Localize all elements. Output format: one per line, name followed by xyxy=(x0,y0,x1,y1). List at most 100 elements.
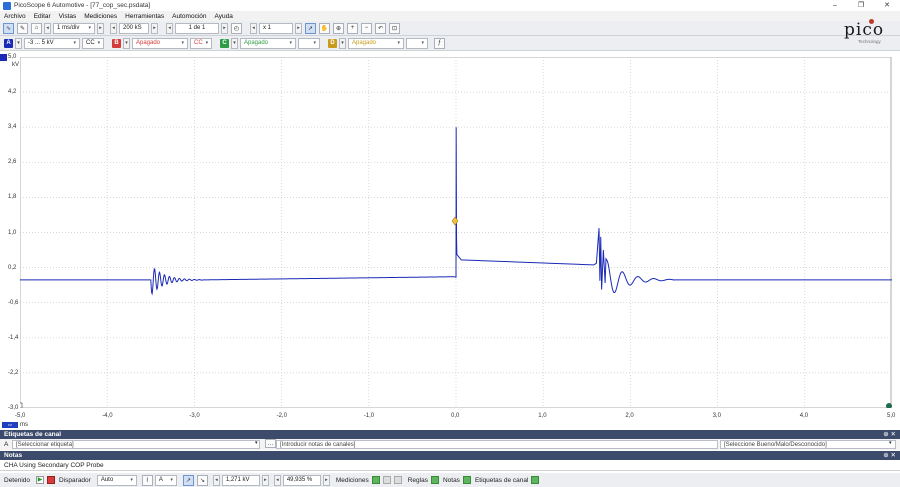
samples-select[interactable]: 200 kS xyxy=(119,22,149,34)
waveform-plot[interactable] xyxy=(20,57,892,408)
channel-a-badge[interactable]: A xyxy=(4,38,13,48)
menu-vistas[interactable]: Vistas xyxy=(59,13,77,20)
rulers-toggle-icon[interactable] xyxy=(430,476,439,484)
add-measurement-icon[interactable] xyxy=(371,476,380,484)
edit-label-button[interactable]: … xyxy=(265,439,276,448)
timebase-select[interactable]: 1 ms/div ▾ xyxy=(53,22,95,34)
label-select[interactable]: [Seleccionar etiqueta] xyxy=(12,440,260,449)
maximize-button[interactable]: ❐ xyxy=(848,0,874,11)
timebase-decrease-icon[interactable]: ◂ xyxy=(44,22,51,34)
stop-watch-icon[interactable]: ◴ xyxy=(231,22,242,34)
channel-d-settings-icon[interactable]: ▾ xyxy=(339,37,346,49)
delete-measurement-icon[interactable] xyxy=(393,476,402,484)
panel-pin-close-icon[interactable]: ⊕ ✕ xyxy=(883,430,896,439)
y-tick-label: 1,0 xyxy=(8,229,17,236)
rising-edge-icon[interactable]: ↗ xyxy=(182,474,194,486)
zoom-in-icon[interactable]: + xyxy=(347,22,358,34)
buffer-prev-icon[interactable]: ◂ xyxy=(166,22,173,34)
pointer-tool-icon[interactable]: ➚ xyxy=(305,22,316,34)
channel-d-badge[interactable]: D xyxy=(328,38,337,48)
channel-a-range-select[interactable]: -3 ... 5 kV ▾ xyxy=(24,37,80,49)
samples-increase-icon[interactable]: ▸ xyxy=(151,22,158,34)
panel-pin-close-icon[interactable]: ⊕ ✕ xyxy=(883,451,896,460)
x-tick-label: -4,0 xyxy=(102,413,113,419)
notes-label: Notas xyxy=(442,476,460,484)
channel-c-settings-icon[interactable]: ▾ xyxy=(231,37,238,49)
channel-c-range-select[interactable]: Apagado ▾ xyxy=(240,37,296,49)
pretrigger: 49,935 % xyxy=(286,477,313,483)
pretrigger-decrease-icon[interactable]: ◂ xyxy=(273,474,281,486)
chevron-down-icon: ▾ xyxy=(130,477,133,483)
channel-a-axis-marker[interactable] xyxy=(0,54,7,61)
zoom-select[interactable]: x 1 xyxy=(259,22,293,34)
zoom-increase-icon[interactable]: ▸ xyxy=(295,22,302,34)
menu-archivo[interactable]: Archivo xyxy=(4,13,26,20)
channel-labels-toggle-icon[interactable] xyxy=(531,476,540,484)
timebase-increase-icon[interactable]: ▸ xyxy=(97,22,104,34)
trigger-level-increase-icon[interactable]: ▸ xyxy=(261,474,269,486)
window-title: PicoScope 6 Automotive - [77_cop_sec.psd… xyxy=(14,2,151,9)
channel-d-coupling-select[interactable]: ▾ xyxy=(406,37,428,49)
trigger-mode-select[interactable]: Auto ▾ xyxy=(96,474,137,486)
zoom-out-icon[interactable]: − xyxy=(361,22,372,34)
quality-select-value: [Seleccione Bueno/Malo/Desconocido] xyxy=(724,442,827,448)
minimize-button[interactable]: – xyxy=(822,0,848,11)
chevron-down-icon: ▾ xyxy=(313,40,316,46)
menu-automocion[interactable]: Automoción xyxy=(172,13,206,20)
samples-decrease-icon[interactable]: ◂ xyxy=(110,22,117,34)
pretrigger-field[interactable]: 49,935 % xyxy=(282,474,321,486)
logo-text: pico xyxy=(844,20,885,40)
menu-ayuda[interactable]: Ayuda xyxy=(215,13,233,20)
open-file-icon[interactable]: ⌂ xyxy=(31,22,42,34)
advanced-trigger-icon[interactable]: ⌇ xyxy=(141,474,153,486)
stop-button[interactable] xyxy=(47,476,56,484)
channel-notes-input[interactable]: [Introducir notas de canales] xyxy=(276,440,718,449)
channel-c-badge[interactable]: C xyxy=(220,38,229,48)
chevron-down-icon: ▾ xyxy=(421,40,424,46)
undo-zoom-icon[interactable]: ↶ xyxy=(375,22,386,34)
pretrigger-increase-icon[interactable]: ▸ xyxy=(322,474,330,486)
play-button[interactable]: ▶ xyxy=(36,476,45,484)
channel-b-settings-icon[interactable]: ▾ xyxy=(123,37,130,49)
x-tick-label: 5,0 xyxy=(887,413,896,419)
capture-toolbar: ∿ ✎ ⌂ ◂ 1 ms/div ▾ ▸ ◂ 200 kS ▸ ◂ 1 de 1 … xyxy=(0,21,900,36)
hand-tool-icon[interactable]: ✋ xyxy=(319,22,330,34)
close-button[interactable]: ✕ xyxy=(874,0,900,11)
channel-c-coupling-select[interactable]: ▾ xyxy=(298,37,320,49)
trigger-channel-select[interactable]: A ▾ xyxy=(154,474,177,486)
menu-herramientas[interactable]: Herramientas xyxy=(125,13,164,20)
probe-icon[interactable]: ✎ xyxy=(17,22,28,34)
chevron-down-icon[interactable]: ▾ xyxy=(889,440,892,446)
channel-d-range: Apagado xyxy=(352,40,377,46)
zoom-area-icon[interactable]: ⊕ xyxy=(333,22,344,34)
menu-editar[interactable]: Editar xyxy=(34,13,51,20)
edit-measurement-icon[interactable] xyxy=(382,476,391,484)
channel-b-badge[interactable]: B xyxy=(112,38,121,48)
channel-b-coupling-select[interactable]: CC ▾ xyxy=(190,37,212,49)
zoom-fit-icon[interactable]: ⊡ xyxy=(389,22,400,34)
channel-a-coupling-select[interactable]: CC ▾ xyxy=(82,37,104,49)
scope-mode-icon[interactable]: ∿ xyxy=(3,22,14,34)
x-tick-label: -1,0 xyxy=(363,413,375,419)
axis-scale-box[interactable]: ▭ xyxy=(2,422,18,428)
chevron-down-icon[interactable]: ▾ xyxy=(255,440,258,446)
channel-labels-label: Etiquetas de canal xyxy=(474,476,529,484)
channel-labels-channel: A xyxy=(4,441,9,448)
menu-mediciones[interactable]: Mediciones xyxy=(84,13,117,20)
y-tick-label: -3,0 xyxy=(8,405,19,411)
zoom-decrease-icon[interactable]: ◂ xyxy=(250,22,257,34)
math-channels-icon[interactable]: ƒ xyxy=(434,37,445,49)
notes-toggle-icon[interactable] xyxy=(462,476,471,484)
channel-b-range-select[interactable]: Apagado ▾ xyxy=(132,37,188,49)
chevron-down-icon: ▾ xyxy=(97,40,101,46)
channel-d-range-select[interactable]: Apagado ▾ xyxy=(348,37,404,49)
label-select-value: [Seleccionar etiqueta] xyxy=(16,442,74,448)
trigger-level-decrease-icon[interactable]: ◂ xyxy=(212,474,220,486)
channel-a-settings-icon[interactable]: ▾ xyxy=(15,37,22,49)
quality-select[interactable]: [Seleccione Bueno/Malo/Desconocido] xyxy=(720,440,896,449)
trigger-level-field[interactable]: 1,271 kV xyxy=(221,474,260,486)
falling-edge-icon[interactable]: ↘ xyxy=(196,474,208,486)
notes-text-area[interactable]: CHA Using Secondary COP Probe xyxy=(0,460,900,471)
buffer-navigator[interactable]: 1 de 1 xyxy=(175,22,219,34)
buffer-next-icon[interactable]: ▸ xyxy=(221,22,228,34)
